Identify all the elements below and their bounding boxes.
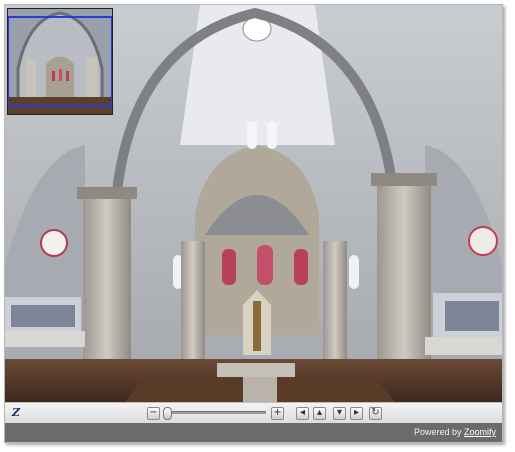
zoomify-link[interactable]: Zoomify [464,427,496,437]
zoom-slider-thumb[interactable] [163,407,172,420]
powered-by-text: Powered by Zoomify [414,427,496,437]
pan-down-button[interactable]: ▾ [333,407,346,420]
zoomify-logo[interactable]: Z [12,406,20,419]
zoom-slider-track[interactable] [168,411,266,414]
zoom-in-button[interactable]: + [271,407,284,420]
pan-up-button[interactable]: ▴ [313,407,326,420]
navigator-thumbnail[interactable] [7,8,113,115]
footer-bar: Powered by Zoomify [5,423,502,442]
zoomify-viewer[interactable]: Z − + ◂ ▴ ▾ ▸ ↻ Powered by Zoomify [4,4,503,443]
pan-left-button[interactable]: ◂ [296,407,309,420]
zoom-out-button[interactable]: − [147,407,160,420]
powered-by-prefix: Powered by [413,427,462,437]
reset-button[interactable]: ↻ [369,407,382,420]
toolbar: Z − + ◂ ▴ ▾ ▸ ↻ [5,402,502,424]
pan-right-button[interactable]: ▸ [350,407,363,420]
